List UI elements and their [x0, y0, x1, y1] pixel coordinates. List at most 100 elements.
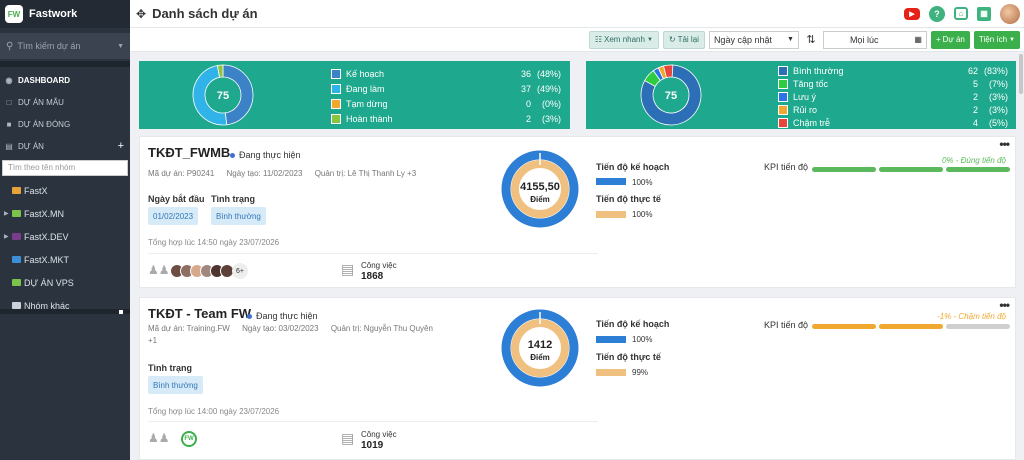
apps-grid-icon[interactable]: ▦ [977, 6, 991, 21]
lock-icon: ■ [6, 119, 12, 129]
project-title[interactable]: TKĐT_FWMB [148, 145, 230, 160]
add-group-icon[interactable]: + [118, 140, 124, 152]
sidebar-item-dashboard[interactable]: ◉ DASHBOARD [0, 69, 130, 91]
plan-progress-value: 100% [632, 178, 653, 187]
sort-order-icon[interactable]: ⇅ [803, 33, 819, 46]
actual-progress-label: Tiến độ thực tế [596, 352, 661, 362]
project-card[interactable]: TKĐT - Team FW Đang thực hiện Mã dự án: … [139, 297, 1016, 460]
members-more-badge[interactable]: 6+ [232, 263, 248, 279]
add-project-button[interactable]: + Dự án [930, 30, 970, 49]
home-icon[interactable]: ⌂ [954, 7, 968, 20]
kpi-label: KPI tiến độ [764, 162, 809, 172]
sidebar-item-projects[interactable]: ▤ DỰ ÁN + [0, 135, 130, 157]
avatar[interactable] [1000, 3, 1020, 24]
sidebar-item-closed[interactable]: ■ DỰ ÁN ĐÓNG [0, 113, 130, 135]
plan-progress-label: Tiến độ kế hoạch [596, 319, 670, 329]
score-unit: Điểm [530, 195, 550, 204]
caret-right-icon[interactable]: ▶ [4, 210, 12, 217]
folder-icon [12, 210, 21, 217]
legend-row[interactable]: Chậm trễ 4 (5%) [778, 116, 1008, 129]
team-icon: ♟♟ [148, 431, 170, 445]
actual-progress-value: 99% [632, 368, 649, 377]
document-icon: ▤ [341, 261, 355, 277]
folder-item[interactable]: FastX.MKT [0, 248, 130, 271]
legend-row[interactable]: Bình thường 62 (83%) [778, 64, 1008, 77]
search-icon: ⚲ [6, 40, 14, 52]
project-card[interactable]: TKĐT_FWMB Đang thực hiện Mã dự án: P9024… [139, 136, 1016, 288]
scroll-handle[interactable] [119, 310, 123, 314]
legend-swatch [778, 104, 788, 115]
page-scrollbar[interactable] [1019, 54, 1023, 94]
caret-right-icon[interactable]: ▶ [4, 233, 12, 240]
manager-more: +1 [148, 336, 158, 345]
legend-row[interactable]: Kế hoạch 36 (48%) [331, 66, 561, 81]
project-search-placeholder: Tìm kiếm dự án [17, 41, 81, 51]
task-count: 1868 [361, 271, 384, 282]
folder-icon [12, 279, 21, 286]
plan-progress-bar [596, 336, 626, 343]
calendar-icon[interactable]: ▦ [914, 35, 922, 44]
legend-swatch [778, 65, 788, 76]
folder-item[interactable]: ▶ FastX.MN [0, 202, 130, 225]
folder-label: FastX.MN [24, 208, 65, 219]
sort-select[interactable]: Ngày cập nhật ▼ [708, 30, 799, 49]
status-donut-chart[interactable]: 75 [191, 63, 255, 127]
date-filter-input[interactable]: Mọi lúc ▦ [822, 30, 927, 49]
sidebar-item-templates[interactable]: □ DỰ ÁN MẪU [0, 91, 130, 113]
document-icon: ▤ [341, 430, 355, 446]
youtube-icon[interactable]: ▶ [904, 7, 920, 20]
help-icon[interactable]: ? [929, 5, 945, 22]
legend-row[interactable]: Đang làm 37 (49%) [331, 81, 561, 96]
more-options-icon[interactable]: ••• [999, 137, 1010, 151]
score-value: 4155,50 [520, 181, 560, 193]
actual-progress-label: Tiến độ thực tế [596, 194, 661, 204]
sidebar-item-label: DỰ ÁN ĐÓNG [18, 119, 71, 129]
fastwork-logo-icon[interactable]: FW [181, 431, 197, 447]
utilities-button[interactable]: Tiện ích ▼ [973, 30, 1020, 49]
folder-item[interactable]: ▶ FastX.DEV [0, 225, 130, 248]
team-icon: ♟♟ [148, 263, 170, 277]
kpi-segment [879, 324, 943, 329]
folder-item[interactable]: FastX [0, 179, 130, 202]
legend-swatch [778, 117, 788, 128]
folder-item[interactable]: DỰ ÁN VPS [0, 271, 130, 294]
folder-label: FastX [24, 185, 48, 196]
legend-swatch [331, 113, 341, 124]
summary-time: Tổng hợp lúc 14:50 ngày 23/07/2026 [148, 238, 280, 247]
folder-icon [12, 233, 21, 240]
more-options-icon[interactable]: ••• [999, 298, 1010, 312]
task-label: Công việc [361, 430, 397, 439]
kpi-segment [812, 324, 876, 329]
reload-button[interactable]: ↻ Tải lại [662, 30, 705, 49]
status-badge: Đang thực hiện [247, 311, 318, 321]
chevron-down-icon[interactable]: ▼ [117, 43, 124, 50]
health-donut-chart[interactable]: 75 [639, 63, 703, 127]
kpi-status: 0% - Đúng tiến độ [941, 156, 1006, 165]
template-icon: □ [6, 97, 12, 107]
sidebar-item-label: DASHBOARD [18, 75, 70, 85]
legend-row[interactable]: Lưu ý 2 (3%) [778, 90, 1008, 103]
brand[interactable]: FW Fastwork [0, 0, 130, 28]
project-search-input[interactable]: ⚲ Tìm kiếm dự án ▼ [0, 33, 130, 59]
project-title[interactable]: TKĐT - Team FW [148, 306, 251, 321]
folder-icon [12, 256, 21, 263]
actual-progress-bar [596, 211, 626, 218]
sidebar-item-label: DỰ ÁN MẪU [18, 97, 64, 107]
move-icon: ✥ [136, 6, 147, 21]
legend-row[interactable]: Hoàn thành 2 (3%) [331, 111, 561, 126]
sidebar: FW Fastwork ⚲ Tìm kiếm dự án ▼ ◉ DASHBOA… [0, 0, 130, 460]
legend-swatch [331, 83, 341, 94]
plan-progress-bar [596, 178, 626, 185]
legend-swatch [331, 68, 341, 79]
legend-row[interactable]: Tạm dừng 0 (0%) [331, 96, 561, 111]
legend-row[interactable]: Rủi ro 2 (3%) [778, 103, 1008, 116]
project-meta: Mã dự án: Training.FW Ngày tạo: 03/02/20… [148, 324, 433, 333]
topbar: ✥ Danh sách dự án ▶ ? ⌂ ▦ [130, 0, 1024, 28]
kpi-segment [946, 324, 1010, 329]
group-search-input[interactable]: Tìm theo tên nhóm [2, 160, 128, 176]
sidebar-scrollbar[interactable] [0, 309, 130, 314]
health-total: 75 [665, 90, 677, 102]
quick-view-button[interactable]: ☷ Xem nhanh ▼ [588, 30, 659, 49]
legend-row[interactable]: Tăng tốc 5 (7%) [778, 77, 1008, 90]
sidebar-divider [0, 61, 130, 67]
